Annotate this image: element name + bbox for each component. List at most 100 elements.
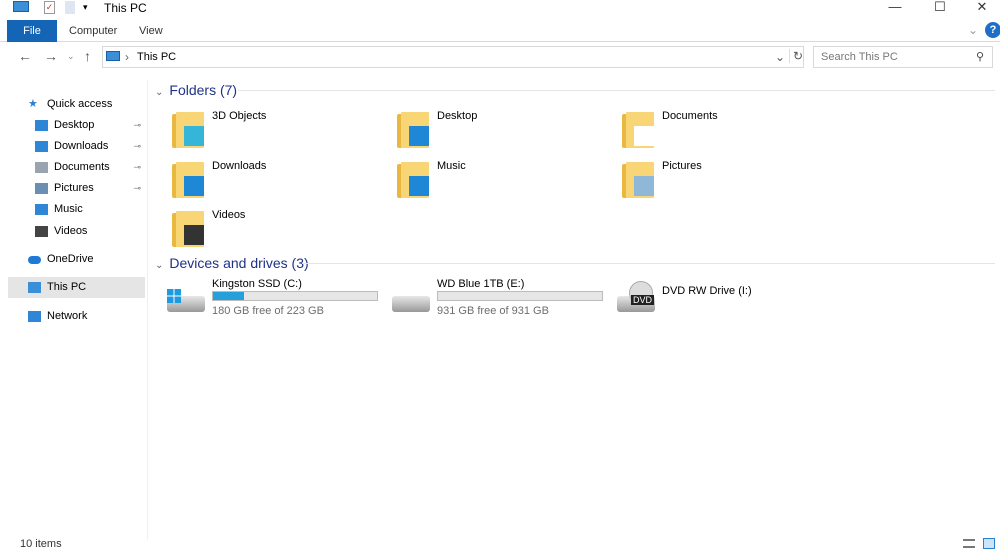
drive-icon [392,296,430,312]
music-icon [409,176,429,196]
sidebar-item-label: OneDrive [47,253,94,265]
drives-section-header[interactable]: ⌄ Devices and drives (3) [155,255,309,271]
folder-name: Desktop [437,110,478,122]
chevron-down-icon: ⌄ [155,87,164,98]
drive-item[interactable]: Kingston SSD (C:) 180 GB free of 223 GB [167,278,387,322]
download-icon [35,141,48,152]
sidebar-item-pictures[interactable]: Pictures ⊸ [8,178,145,199]
new-folder-icon[interactable] [65,1,75,14]
chevron-down-icon: ⌄ [155,260,164,271]
pin-icon: ⊸ [133,120,141,130]
navigation-pane: ★ Quick access Desktop ⊸ Downloads ⊸ Documents… [0,80,148,540]
drive-usage-bar [212,291,378,301]
sidebar-item-videos[interactable]: Videos [8,221,145,242]
folder-item[interactable]: Documents [620,110,840,154]
drive-name: DVD RW Drive (I:) [662,285,752,297]
desktop-icon [409,126,429,146]
pin-icon: ⊸ [133,162,141,172]
star-icon: ★ [28,98,38,110]
divider [302,263,995,264]
folder-icon [395,110,429,150]
folder-name: Videos [212,209,246,221]
ribbon-tabs: File Computer View ⌄ ? [0,20,1000,42]
dvd-badge: DVD [631,295,655,305]
breadcrumb-this-pc[interactable]: This PC [137,51,176,63]
details-view-button[interactable] [963,539,975,548]
folders-header-label: Folders (7) [169,82,238,98]
sidebar-item-music[interactable]: Music [8,199,145,220]
picture-icon [634,176,654,196]
windows-logo-icon [167,289,181,303]
folder-item[interactable]: Pictures [620,160,840,204]
tab-view[interactable]: View [129,20,173,42]
sidebar-item-label: Music [54,203,83,215]
tab-file[interactable]: File [7,20,57,42]
computer-icon [13,1,29,12]
folder-name: Downloads [212,160,267,172]
sidebar-item-this-pc[interactable]: This PC [8,277,145,298]
search-input[interactable]: Search This PC ⚲ [813,46,993,68]
large-icons-view-button[interactable] [983,538,995,549]
folder-icon [620,110,654,150]
folder-icon [170,209,204,249]
window-title: This PC [104,1,147,15]
sidebar-item-onedrive[interactable]: OneDrive [8,249,145,270]
folder-name: Music [437,160,466,172]
sidebar-item-label: Pictures [54,182,94,194]
folder-name: 3D Objects [212,110,267,122]
document-icon [35,162,48,173]
sidebar-item-downloads[interactable]: Downloads ⊸ [8,136,145,157]
sidebar-item-documents[interactable]: Documents ⊸ [8,157,145,178]
pin-icon: ⊸ [133,183,141,193]
folder-icon [170,160,204,200]
drive-name: WD Blue 1TB (E:) [437,278,525,290]
minimize-button[interactable]: — [880,0,910,16]
computer-icon [28,282,41,293]
address-dropdown-button[interactable]: ⌄ [775,50,785,64]
picture-icon [35,183,48,194]
sidebar-item-label: Downloads [54,140,109,152]
folder-icon [395,160,429,200]
film-icon [184,225,204,245]
drive-item[interactable]: WD Blue 1TB (E:) 931 GB free of 931 GB [392,278,612,322]
desktop-icon [35,120,48,131]
close-button[interactable]: ✕ [967,0,997,16]
folder-item[interactable]: Videos [170,209,390,253]
tab-computer[interactable]: Computer [59,20,127,42]
customize-qat-icon[interactable]: ▾ [83,2,88,13]
forward-button[interactable]: → [44,48,58,64]
network-icon [28,311,41,322]
sidebar-item-label: Documents [54,161,110,173]
folder-item[interactable]: Downloads [170,160,390,204]
folder-icon [620,160,654,200]
folder-item[interactable]: Desktop [395,110,615,154]
properties-icon[interactable]: ✓ [44,1,55,14]
sidebar-item-label: Network [47,310,88,322]
sidebar-item-label: Desktop [54,119,95,131]
up-button[interactable]: ↑ [84,48,91,64]
drive-item[interactable]: DVD DVD RW Drive (I:) [617,278,837,322]
video-icon [35,226,48,237]
folder-item[interactable]: 3D Objects [170,110,390,154]
drives-header-label: Devices and drives (3) [169,255,309,271]
refresh-button[interactable]: ↻ [789,49,803,63]
folders-section-header[interactable]: ⌄ Folders (7) [155,82,237,98]
sidebar-item-label: Videos [54,225,88,237]
sidebar-item-quick-access[interactable]: ★ Quick access [8,94,145,115]
back-button[interactable]: ← [18,48,32,64]
help-button[interactable]: ? [985,22,1000,38]
breadcrumb-separator: › [125,50,129,64]
maximize-button[interactable]: ☐ [925,0,955,16]
folder-name: Pictures [662,160,702,172]
folder-name: Documents [662,110,718,122]
folder-item[interactable]: Music [395,160,615,204]
sidebar-item-desktop[interactable]: Desktop ⊸ [8,115,145,136]
recent-locations-button[interactable]: ⌄ [67,51,75,62]
drive-free-space: 180 GB free of 223 GB [212,305,324,317]
cloud-icon [28,256,41,264]
download-icon [184,176,204,196]
sidebar-item-label: This PC [47,281,87,293]
address-bar[interactable]: › This PC ⌄ ↻ [102,46,804,68]
sidebar-item-network[interactable]: Network [8,306,145,327]
ribbon-collapse-button[interactable]: ⌄ [968,23,978,37]
